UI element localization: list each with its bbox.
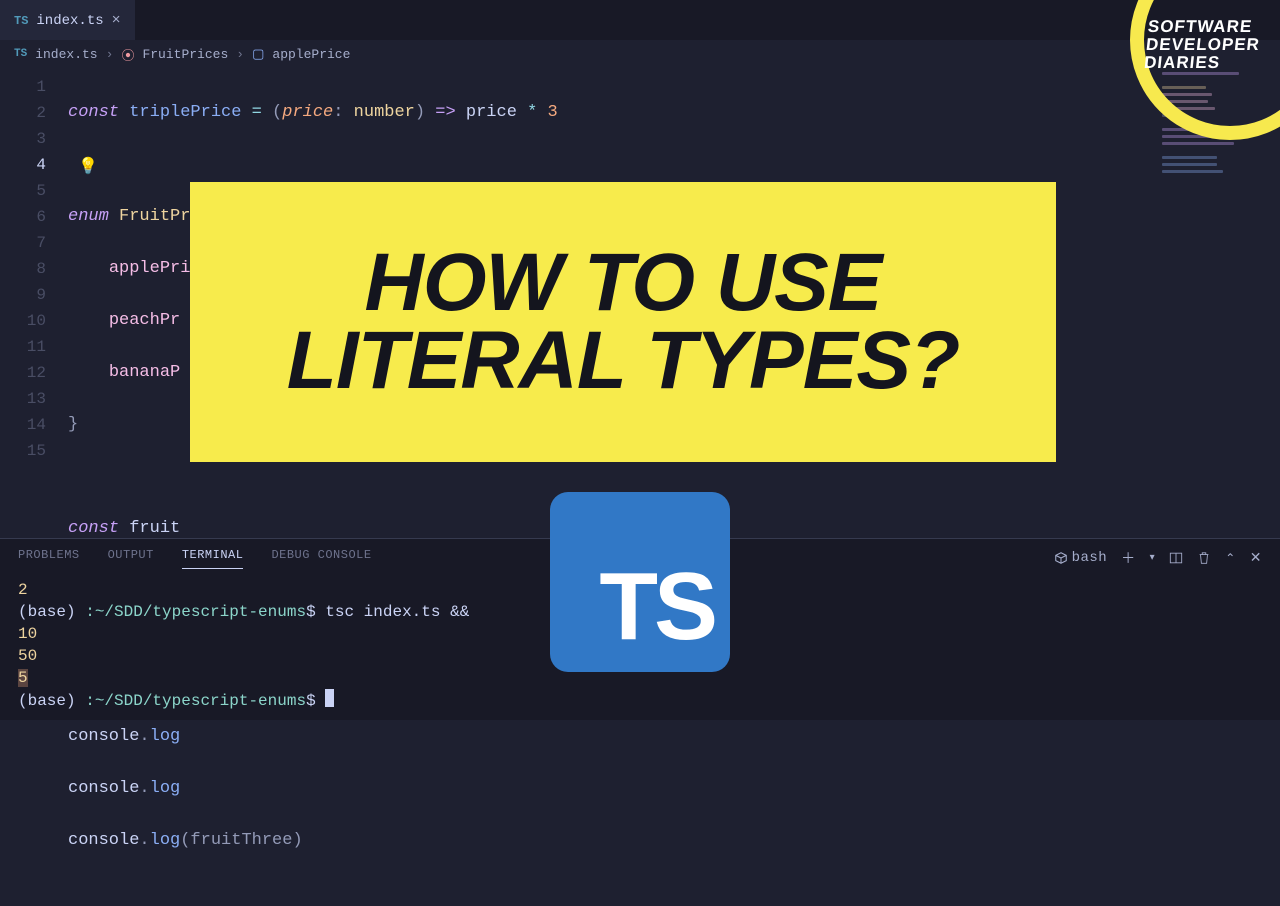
terminal-profile-select[interactable]: bash [1054,550,1108,566]
ts-file-icon: TS [14,14,28,28]
breadcrumb-file[interactable]: index.ts [35,47,97,62]
close-panel-button[interactable]: ✕ [1250,550,1262,567]
new-terminal-button[interactable]: ＋ [1121,548,1136,568]
field-icon: ▢ [252,47,264,62]
tab-terminal[interactable]: TERMINAL [182,548,244,569]
line-gutter: 1 2 3 4 5 6 7 8 9 10 11 12 13 14 15 💡 [0,74,68,538]
tab-problems[interactable]: PROBLEMS [18,548,80,568]
tab-debug-console[interactable]: DEBUG CONSOLE [271,548,371,568]
chevron-up-icon[interactable]: ⌃ [1225,551,1236,566]
box-icon [1054,551,1068,565]
chevron-right-icon: › [106,47,114,62]
chevron-down-icon[interactable]: ▾ [1150,552,1156,564]
typescript-logo: TS [550,492,730,672]
trash-icon[interactable] [1197,551,1211,565]
breadcrumb-enum[interactable]: FruitPrices [142,47,228,62]
lightbulb-icon[interactable]: 💡 [78,154,98,180]
ts-file-icon: TS [14,48,27,60]
tab-index-ts[interactable]: TS index.ts × [0,0,135,40]
tab-output[interactable]: OUTPUT [108,548,154,568]
terminal-prompt[interactable]: (base) :~/SDD/typescript-enums$ [18,689,1262,712]
enum-icon: ⦿ [121,45,134,64]
tab-bar: TS index.ts × [0,0,1280,40]
breadcrumb: TS index.ts › ⦿ FruitPrices › ▢ applePri… [0,40,1280,68]
tab-filename: index.ts [36,13,103,29]
breadcrumb-member[interactable]: applePrice [272,47,350,62]
channel-logo: SOFTWARE DEVELOPER DIARIES [1110,0,1280,120]
close-icon[interactable]: × [112,12,121,29]
split-terminal-button[interactable] [1169,551,1183,565]
cursor-block [325,689,334,707]
title-overlay: HOW TO USE LITERAL TYPES? [190,182,1056,462]
chevron-right-icon: › [236,47,244,62]
